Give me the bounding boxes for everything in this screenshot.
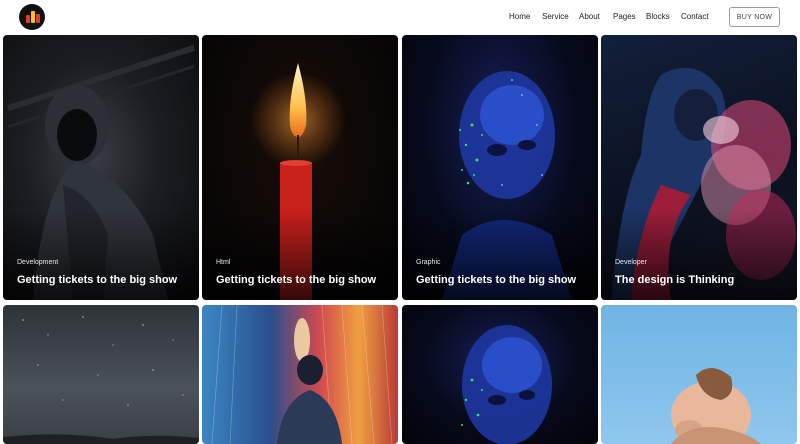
nav-item-pages[interactable]: Pages	[613, 12, 636, 21]
portfolio-card-light-curtain[interactable]	[202, 305, 398, 444]
starry-sky-image	[3, 316, 199, 444]
card-title[interactable]: Getting tickets to the big show	[416, 274, 576, 286]
logo-icon[interactable]	[19, 4, 45, 30]
card-category: Developer	[615, 259, 647, 266]
card-category: Graphic	[416, 259, 441, 266]
card-title[interactable]: Getting tickets to the big show	[17, 274, 177, 286]
portfolio-card-graphic[interactable]: Graphic Getting tickets to the big show	[402, 35, 598, 300]
card-category: Html	[216, 259, 231, 266]
nav-item-about[interactable]: About	[579, 12, 600, 21]
card-overlay	[402, 210, 598, 300]
portfolio-card-html[interactable]: Html Getting tickets to the big show	[202, 35, 398, 300]
buy-now-button[interactable]: BUY NOW	[729, 7, 780, 27]
portfolio-card-starry-sky[interactable]	[3, 305, 199, 444]
logo-bar-2	[31, 11, 35, 23]
portfolio-card-portrait[interactable]	[601, 305, 797, 444]
light-curtain-image	[211, 305, 393, 444]
card-title[interactable]: The design is Thinking	[615, 274, 734, 286]
nav-item-home[interactable]: Home	[509, 12, 530, 21]
logo-bar-1	[26, 15, 30, 23]
portfolio-card-development[interactable]: Development Getting tickets to the big s…	[3, 35, 199, 300]
card-overlay	[601, 210, 797, 300]
portrait-image	[671, 367, 761, 444]
portfolio-card-developer[interactable]: Developer The design is Thinking	[601, 35, 797, 300]
logo-bar-3	[36, 14, 40, 23]
nav-item-service[interactable]: Service	[542, 12, 569, 21]
card-overlay	[3, 210, 199, 300]
card-category: Development	[17, 259, 59, 266]
card-overlay	[202, 210, 398, 300]
nav-item-contact[interactable]: Contact	[681, 12, 709, 21]
portfolio-card-glitter-face[interactable]	[402, 305, 598, 444]
nav-item-blocks[interactable]: Blocks	[646, 12, 670, 21]
card-title[interactable]: Getting tickets to the big show	[216, 274, 376, 286]
site-header: Home Service About Pages Blocks Contact …	[0, 0, 800, 34]
glitter-face-image	[461, 325, 552, 444]
